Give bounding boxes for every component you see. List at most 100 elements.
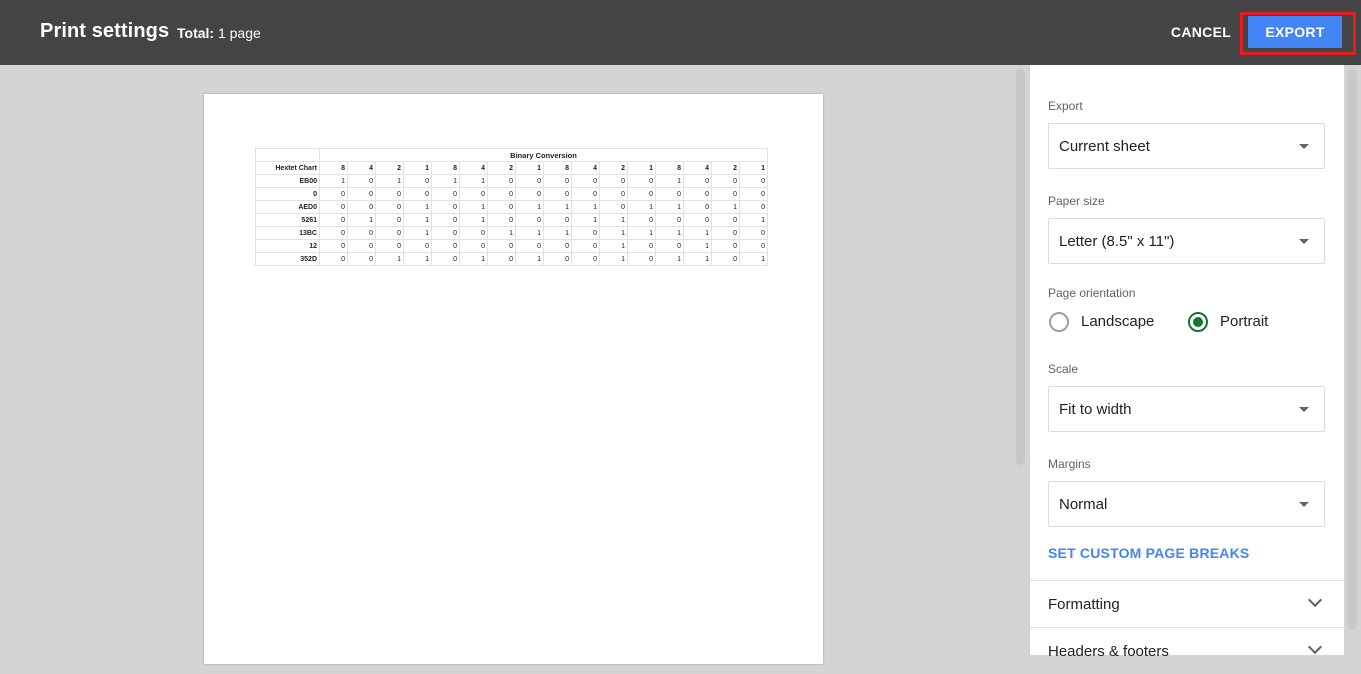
- sheet-bit-cell: 1: [403, 226, 432, 240]
- sheet-bit-cell: 0: [319, 252, 348, 266]
- sheet-bit-cell: 0: [543, 252, 572, 266]
- sheet-bit-header: 1: [739, 161, 768, 175]
- sheet-bit-cell: 0: [571, 174, 600, 188]
- sheet-bit-cell: 0: [375, 226, 404, 240]
- custom-page-breaks-link[interactable]: SET CUSTOM PAGE BREAKS: [1048, 545, 1249, 561]
- table-row: AED0 0 0 0 1 0 1 0 1 1 1 0 1 1 0 1 0: [255, 200, 768, 214]
- sheet-bit-cell: 0: [487, 174, 516, 188]
- orientation-radio-group: Landscape Portrait: [1048, 310, 1328, 334]
- sheet-bit-cell: 0: [347, 252, 376, 266]
- sheet-row-label: 0: [255, 187, 320, 201]
- preview-scrollbar[interactable]: [1016, 69, 1025, 465]
- preview-page: Binary Conversion Hextet Chart 8 4 2 1 8 4 2 1 8 4 2…: [204, 94, 823, 664]
- sheet-bit-cell: 1: [515, 226, 544, 240]
- sheet-bit-cell: 0: [739, 226, 768, 240]
- sheet-bit-cell: 0: [683, 200, 712, 214]
- sheet-bit-cell: 0: [431, 213, 460, 227]
- sheet-bit-cell: 0: [571, 226, 600, 240]
- landscape-radio[interactable]: [1049, 312, 1069, 332]
- formatting-section[interactable]: Formatting: [1030, 581, 1344, 627]
- portrait-radio[interactable]: [1188, 312, 1208, 332]
- sheet-bit-cell: 0: [459, 187, 488, 201]
- sheet-bit-cell: 1: [571, 200, 600, 214]
- chevron-down-icon: [1307, 639, 1323, 655]
- sheet-bit-cell: 1: [627, 200, 656, 214]
- sheet-row-label: 12: [255, 239, 320, 253]
- sheet-column-header: Hextet Chart: [255, 161, 320, 175]
- scale-select[interactable]: Fit to width: [1048, 386, 1325, 432]
- sheet-row-label: EB00: [255, 174, 320, 188]
- sheet-bit-cell: 0: [319, 226, 348, 240]
- sheet-bit-cell: 1: [571, 213, 600, 227]
- sheet-bit-cell: 0: [739, 239, 768, 253]
- margins-select[interactable]: Normal: [1048, 481, 1325, 527]
- caret-down-icon: [1299, 407, 1309, 412]
- sheet-bit-cell: 0: [319, 239, 348, 253]
- sheet-bit-header: 1: [403, 161, 432, 175]
- sheet-bit-cell: 1: [655, 200, 684, 214]
- sheet-bit-cell: 1: [683, 239, 712, 253]
- sheet-bit-header: 2: [487, 161, 516, 175]
- sheet-bit-cell: 1: [655, 174, 684, 188]
- sheet-bit-cell: 0: [627, 213, 656, 227]
- sheet-bit-cell: 0: [711, 252, 740, 266]
- sheet-bit-cell: 1: [739, 252, 768, 266]
- sheet-bit-cell: 1: [347, 213, 376, 227]
- caret-down-icon: [1299, 239, 1309, 244]
- sheet-bit-cell: 0: [487, 213, 516, 227]
- paper-size-label: Paper size: [1048, 194, 1105, 208]
- export-select[interactable]: Current sheet: [1048, 123, 1325, 169]
- sheet-bit-cell: 0: [347, 226, 376, 240]
- sheet-bit-header: 2: [599, 161, 628, 175]
- sheet-bit-cell: 0: [431, 226, 460, 240]
- sheet-bit-cell: 1: [403, 200, 432, 214]
- sheet-bit-header: 8: [543, 161, 572, 175]
- sheet-bit-cell: 0: [487, 187, 516, 201]
- sheet-title: Binary Conversion: [319, 148, 768, 162]
- sheet-bit-cell: 0: [627, 252, 656, 266]
- sheet-bit-cell: 0: [571, 187, 600, 201]
- sheet-bit-cell: 0: [711, 174, 740, 188]
- sheet-bit-header: 2: [711, 161, 740, 175]
- sheet-bit-cell: 0: [627, 174, 656, 188]
- headers-footers-section-title: Headers & footers: [1048, 643, 1169, 660]
- landscape-radio-label[interactable]: Landscape: [1081, 313, 1154, 330]
- sheet-bit-cell: 1: [711, 200, 740, 214]
- sheet-bit-header: 8: [431, 161, 460, 175]
- sheet-bit-cell: 0: [347, 239, 376, 253]
- sheet-bit-cell: 0: [543, 174, 572, 188]
- sheet-bit-cell: 1: [487, 226, 516, 240]
- sheet-bit-cell: 1: [543, 200, 572, 214]
- caret-down-icon: [1299, 502, 1309, 507]
- portrait-radio-label[interactable]: Portrait: [1220, 313, 1268, 330]
- sheet-bit-cell: 1: [431, 174, 460, 188]
- sheet-blank-cell: [255, 148, 320, 162]
- paper-size-select[interactable]: Letter (8.5" x 11"): [1048, 218, 1325, 264]
- sheet-bit-cell: 0: [515, 174, 544, 188]
- sheet-bit-cell: 0: [459, 226, 488, 240]
- sheet-bit-cell: 0: [515, 213, 544, 227]
- sheet-bit-cell: 0: [459, 239, 488, 253]
- sheet-bit-cell: 0: [431, 187, 460, 201]
- sheet-bit-cell: 0: [431, 200, 460, 214]
- sheet-bit-cell: 0: [739, 187, 768, 201]
- sheet-bit-cell: 1: [599, 252, 628, 266]
- sheet-row-label: 352D: [255, 252, 320, 266]
- sheet-bit-cell: 0: [543, 187, 572, 201]
- export-label: Export: [1048, 99, 1083, 113]
- export-button[interactable]: EXPORT: [1248, 16, 1342, 48]
- total-label: Total:: [177, 25, 215, 41]
- sheet-bit-cell: 0: [655, 239, 684, 253]
- sheet-bit-cell: 0: [515, 239, 544, 253]
- sheet-bit-cell: 1: [627, 226, 656, 240]
- sheet-bit-cell: 0: [571, 252, 600, 266]
- sheet-bit-cell: 0: [403, 239, 432, 253]
- headers-footers-section[interactable]: Headers & footers: [1030, 628, 1344, 674]
- settings-scrollbar[interactable]: [1347, 70, 1357, 630]
- sheet-row-label: AED0: [255, 200, 320, 214]
- sheet-row-label: 5261: [255, 213, 320, 227]
- sheet-bit-cell: 0: [543, 239, 572, 253]
- cancel-button[interactable]: CANCEL: [1164, 18, 1238, 46]
- table-row: 00000000000000000: [255, 187, 768, 201]
- scale-select-value: Fit to width: [1059, 401, 1132, 418]
